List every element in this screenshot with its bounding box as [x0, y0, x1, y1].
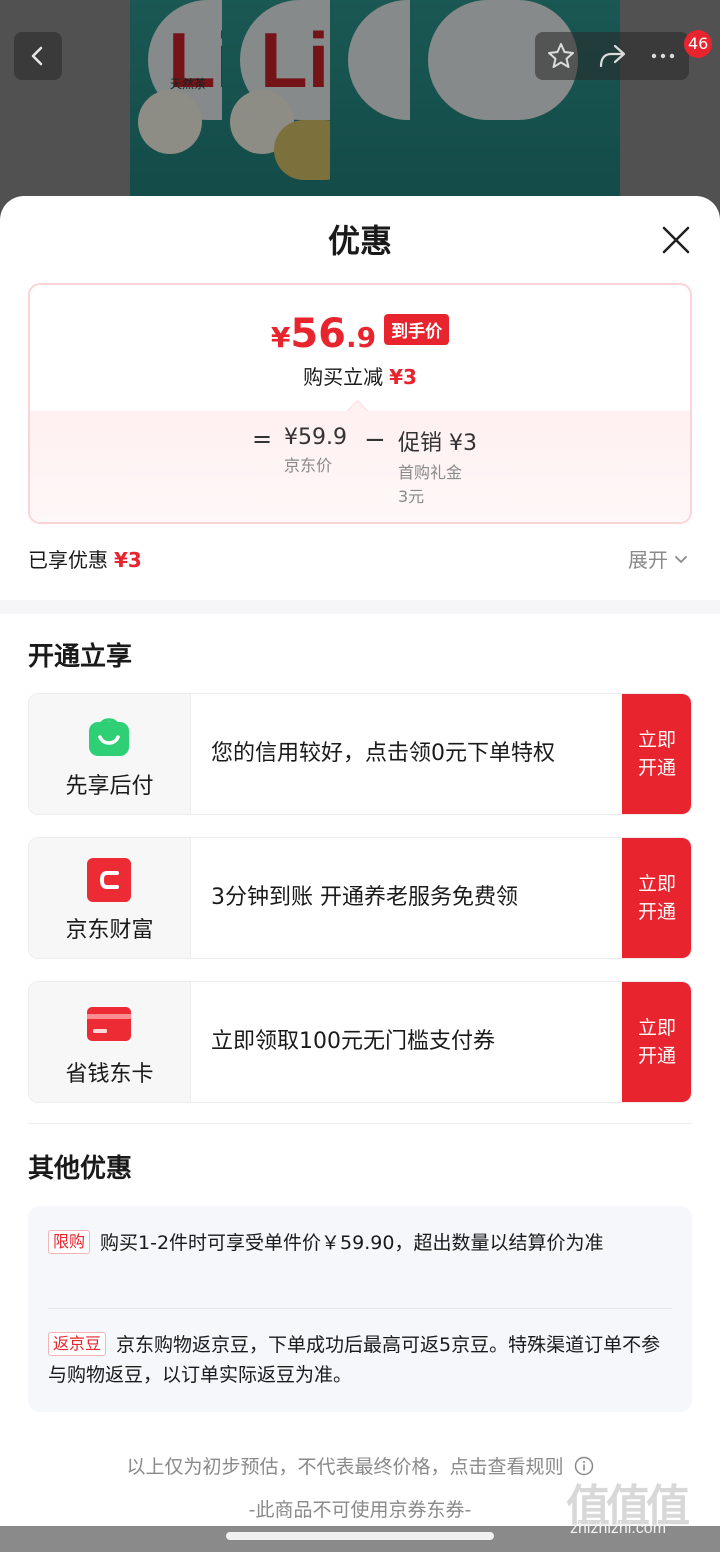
service-description: 3分钟到账 开通养老服务免费领	[211, 885, 518, 910]
more-icon[interactable]	[648, 41, 678, 71]
section-separator	[0, 600, 720, 614]
shopping-bag-icon	[89, 718, 129, 756]
expand-label: 展开	[628, 548, 668, 572]
promo-detail-line: 3元	[398, 487, 425, 506]
final-price-row: ¥56.9 到手价	[30, 311, 690, 357]
activate-label: 立即	[637, 1017, 676, 1039]
promo-detail-line: 首购礼金	[398, 463, 463, 482]
jd-price-column: ¥59.9 京东价	[284, 425, 347, 478]
currency-symbol: ¥	[270, 321, 291, 354]
jd-price-label: 京东价	[284, 456, 333, 475]
wallet-icon	[87, 858, 131, 902]
service-description: 立即领取100元无门槛支付券	[211, 1029, 495, 1054]
reduction-label: 购买立减	[303, 365, 384, 389]
other-section-title: 其他优惠	[28, 1154, 133, 1184]
open-card-saving-card[interactable]: 省钱东卡 立即领取100元无门槛支付券 立即 开通	[28, 981, 692, 1103]
price-summary: ¥56.9 到手价 购买立减 ¥3	[30, 285, 690, 411]
expand-button[interactable]: 展开	[628, 544, 690, 573]
credit-card-icon	[87, 1007, 131, 1041]
close-button[interactable]	[654, 218, 698, 262]
offer-text: 购买1-2件时可享受单件价￥59.90，超出数量以结算价为准	[100, 1232, 604, 1254]
equals-sign: =	[252, 425, 273, 453]
home-indicator[interactable]	[226, 1532, 494, 1540]
other-offers-box: 限购 购买1-2件时可享受单件价￥59.90，超出数量以结算价为准 返京豆 京东购物…	[28, 1206, 692, 1412]
share-icon[interactable]	[597, 41, 627, 71]
instant-reduction: 购买立减 ¥3	[30, 361, 690, 390]
activate-label: 开通	[637, 757, 676, 779]
service-badge: 京东财富	[29, 838, 191, 958]
divider	[28, 1123, 692, 1124]
final-price-decimal: .9	[346, 321, 377, 354]
chevron-left-icon	[31, 46, 43, 66]
sheet-title: 优惠	[327, 222, 392, 260]
minus-sign: −	[364, 425, 386, 455]
offer-tag: 限购	[48, 1230, 91, 1254]
activate-label: 开通	[637, 901, 676, 923]
price-breakdown	[30, 411, 690, 522]
offer-tag: 返京豆	[48, 1332, 107, 1356]
watermark-site: zhizhizhi.com	[570, 1520, 667, 1537]
service-badge: 先享后付	[29, 694, 191, 814]
service-name: 京东财富	[65, 918, 154, 943]
open-card-jd-wealth[interactable]: 京东财富 3分钟到账 开通养老服务免费领 立即 开通	[28, 837, 692, 959]
promo-detail: 首购礼金 3元	[398, 461, 477, 509]
close-icon	[662, 226, 690, 254]
chevron-down-icon	[675, 555, 687, 563]
activate-button[interactable]: 立即 开通	[622, 982, 691, 1102]
activate-label: 开通	[637, 1045, 676, 1067]
service-badge: 省钱东卡	[29, 982, 191, 1102]
service-name: 先享后付	[65, 774, 154, 799]
final-price-tag: 到手价	[384, 314, 450, 345]
reduction-amount: ¥3	[389, 365, 417, 389]
offer-text: 京东购物返京豆，下单成功后最高可返5京豆。特殊渠道订单不参与购物返豆，以订单实际…	[48, 1334, 661, 1386]
discount-sheet: 优惠 ¥56.9 到手价 购买立减 ¥3 = ¥59.9 京东价 − 促销 ¥3 首…	[0, 196, 720, 1526]
star-icon[interactable]	[546, 41, 576, 71]
site-watermark: 值值值 zhizhizhi.com	[566, 1470, 716, 1550]
top-action-group	[535, 32, 689, 80]
activate-label: 立即	[637, 729, 676, 751]
final-price-integer: 56	[290, 311, 347, 357]
jd-price-value: ¥59.9	[284, 425, 347, 450]
enjoyed-discount: 已享优惠 ¥3	[28, 544, 142, 573]
activate-button[interactable]: 立即 开通	[622, 838, 691, 958]
open-section-title: 开通立享	[28, 642, 133, 672]
final-price-card: ¥56.9 到手价 购买立减 ¥3 = ¥59.9 京东价 − 促销 ¥3 首购礼金…	[28, 283, 692, 524]
enjoyed-amount: ¥3	[114, 548, 142, 572]
promo-value: 促销 ¥3	[398, 431, 477, 456]
open-card-pay-later[interactable]: 先享后付 您的信用较好，点击领0元下单特权 立即 开通	[28, 693, 692, 815]
service-description: 您的信用较好，点击领0元下单特权	[211, 741, 555, 766]
back-button[interactable]	[14, 32, 62, 80]
offer-item: 返京豆 京东购物返京豆，下单成功后最高可返5京豆。特殊渠道订单不参与购物返豆，以订…	[48, 1330, 672, 1390]
promo-column: 促销 ¥3 首购礼金 3元	[398, 425, 477, 509]
offer-item: 限购 购买1-2件时可享受单件价￥59.90，超出数量以结算价为准	[48, 1228, 672, 1258]
offer-divider	[48, 1308, 672, 1309]
enjoyed-label: 已享优惠	[28, 548, 108, 572]
estimate-note-text: 以上仅为初步预估，不代表最终价格，点击查看规则	[126, 1456, 564, 1478]
activate-button[interactable]: 立即 开通	[622, 694, 691, 814]
activate-label: 立即	[637, 873, 676, 895]
service-name: 省钱东卡	[65, 1062, 154, 1087]
